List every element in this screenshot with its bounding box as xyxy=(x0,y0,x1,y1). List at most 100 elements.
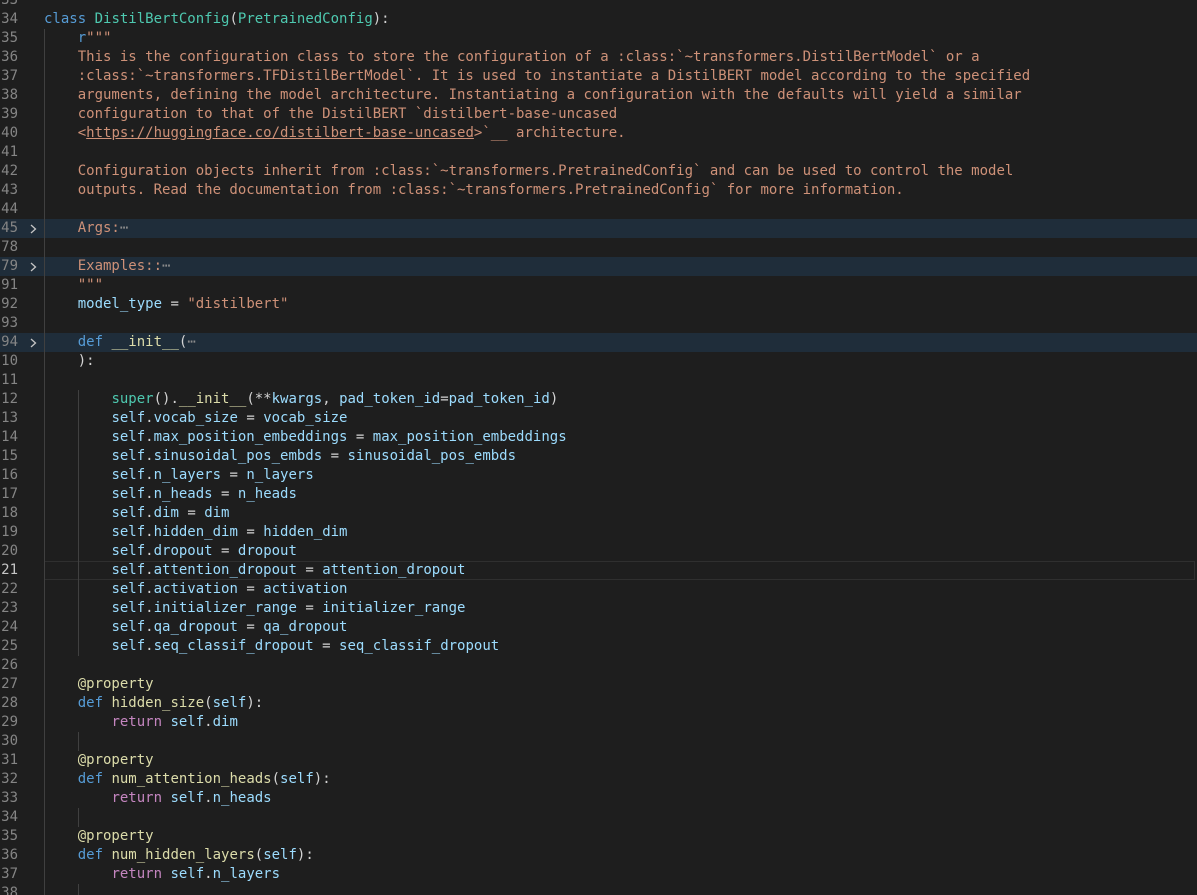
code-line[interactable]: 24 self.qa_dropout = qa_dropout xyxy=(0,618,1197,637)
code-token: self xyxy=(111,524,146,540)
code-line[interactable]: 29 return self.dim xyxy=(0,713,1197,732)
code-token: ⋯ xyxy=(162,258,171,274)
code-line[interactable]: 25 self.seq_classif_dropout = seq_classi… xyxy=(0,637,1197,656)
code-line[interactable]: 38 xyxy=(0,884,1197,895)
code-line[interactable]: 78 xyxy=(0,238,1197,257)
line-number: 79 xyxy=(1,258,18,274)
code-token: . xyxy=(145,619,154,635)
code-token: . xyxy=(145,429,154,445)
code-text: self.hidden_dim = hidden_dim xyxy=(44,523,347,542)
line-number: 10 xyxy=(1,353,18,369)
code-line[interactable]: 39 configuration to that of the DistilBE… xyxy=(0,105,1197,124)
code-line[interactable]: 44 xyxy=(0,200,1197,219)
line-number: 31 xyxy=(1,752,18,768)
code-token: return xyxy=(111,790,163,806)
code-line[interactable]: 23 self.initializer_range = initializer_… xyxy=(0,599,1197,618)
code-line[interactable]: 26 xyxy=(0,656,1197,675)
code-token: initializer_range xyxy=(322,600,466,616)
line-number: 18 xyxy=(1,505,18,521)
code-token: self xyxy=(111,638,146,654)
code-token: self xyxy=(111,448,146,464)
code-line[interactable]: 91 """ xyxy=(0,276,1197,295)
code-line[interactable]: 12 super().__init__(**kwargs, pad_token_… xyxy=(0,390,1197,409)
code-text: :class:`~transformers.TFDistilBertModel`… xyxy=(44,67,1030,86)
code-line[interactable]: 13 self.vocab_size = vocab_size xyxy=(0,409,1197,428)
line-number: 30 xyxy=(1,733,18,749)
line-number: 20 xyxy=(1,543,18,559)
code-token: pad_token_id xyxy=(339,391,441,407)
code-line[interactable]: 30 xyxy=(0,732,1197,751)
code-line[interactable]: 38 arguments, defining the model archite… xyxy=(0,86,1197,105)
code-line[interactable]: 33 xyxy=(0,0,1197,10)
code-line[interactable]: 17 self.n_heads = n_heads xyxy=(0,485,1197,504)
code-text: super().__init__(**kwargs, pad_token_id=… xyxy=(44,390,558,409)
code-line[interactable]: 36 def num_hidden_layers(self): xyxy=(0,846,1197,865)
code-line[interactable]: 43 outputs. Read the documentation from … xyxy=(0,181,1197,200)
code-line[interactable]: 16 self.n_layers = n_layers xyxy=(0,466,1197,485)
code-line[interactable]: 37 return self.n_layers xyxy=(0,865,1197,884)
code-line[interactable]: 40 <https://huggingface.co/distilbert-ba… xyxy=(0,124,1197,143)
code-token: = xyxy=(237,524,264,540)
code-line-folded[interactable]: 45 Args:⋯ xyxy=(0,219,1197,238)
code-line[interactable]: 11 xyxy=(0,371,1197,390)
code-line[interactable]: 27 @property xyxy=(0,675,1197,694)
code-line[interactable]: 19 self.hidden_dim = hidden_dim xyxy=(0,523,1197,542)
code-line[interactable]: 15 self.sinusoidal_pos_embds = sinusoida… xyxy=(0,447,1197,466)
code-token: = xyxy=(296,600,323,616)
code-line[interactable]: 18 self.dim = dim xyxy=(0,504,1197,523)
code-token: max_position_embeddings xyxy=(372,429,567,445)
code-token: self xyxy=(170,790,205,806)
code-line[interactable]: 37 :class:`~transformers.TFDistilBertMod… xyxy=(0,67,1197,86)
code-line[interactable]: 92 model_type = "distilbert" xyxy=(0,295,1197,314)
code-line[interactable]: 36 This is the configuration class to st… xyxy=(0,48,1197,67)
code-line-folded[interactable]: 79 Examples::⋯ xyxy=(0,257,1197,276)
code-text: @property xyxy=(44,675,154,694)
code-token: . xyxy=(145,505,154,521)
code-token: . xyxy=(204,866,213,882)
code-line[interactable]: 33 return self.n_heads xyxy=(0,789,1197,808)
code-line[interactable]: 22 self.activation = activation xyxy=(0,580,1197,599)
line-number: 27 xyxy=(1,676,18,692)
code-token: def xyxy=(77,771,104,787)
code-text: r""" xyxy=(44,29,112,48)
code-line[interactable]: 28 def hidden_size(self): xyxy=(0,694,1197,713)
code-line[interactable]: 93 xyxy=(0,314,1197,333)
code-editor[interactable]: 33 34 class DistilBertConfig(PretrainedCon… xyxy=(0,0,1197,895)
code-line[interactable]: 41 xyxy=(0,143,1197,162)
code-token: = xyxy=(237,619,264,635)
code-text: <https://huggingface.co/distilbert-base-… xyxy=(44,124,626,143)
code-line[interactable]: 35 @property xyxy=(0,827,1197,846)
code-line[interactable]: 35 r""" xyxy=(0,29,1197,48)
code-token: (** xyxy=(246,391,272,407)
code-token: self xyxy=(111,429,146,445)
code-line[interactable]: 32 def num_attention_heads(self): xyxy=(0,770,1197,789)
code-line[interactable]: 42 Configuration objects inherit from :c… xyxy=(0,162,1197,181)
line-number: 29 xyxy=(1,714,18,730)
code-token: = xyxy=(221,467,247,483)
line-number: 37 xyxy=(1,68,18,84)
code-line[interactable]: 14 self.max_position_embeddings = max_po… xyxy=(0,428,1197,447)
code-token[interactable]: https://huggingface.co/distilbert-base-u… xyxy=(86,125,474,141)
line-number: 15 xyxy=(1,448,18,464)
code-token: num_attention_heads xyxy=(111,771,272,787)
code-line[interactable]: 20 self.dropout = dropout xyxy=(0,542,1197,561)
code-token: = xyxy=(322,448,348,464)
code-line-folded[interactable]: 94 def __init__(⋯ xyxy=(0,333,1197,352)
code-line[interactable]: 10 ): xyxy=(0,352,1197,371)
code-line[interactable]: 34 xyxy=(0,808,1197,827)
line-number: 24 xyxy=(1,619,18,635)
code-line[interactable]: 31 @property xyxy=(0,751,1197,770)
line-number: 44 xyxy=(1,201,18,217)
code-text: self.dim = dim xyxy=(44,504,229,523)
code-text: self.dropout = dropout xyxy=(44,542,296,561)
code-line[interactable]: 34 class DistilBertConfig(PretrainedConfi… xyxy=(0,10,1197,29)
code-token: . xyxy=(145,524,154,540)
line-number: 36 xyxy=(1,847,18,863)
